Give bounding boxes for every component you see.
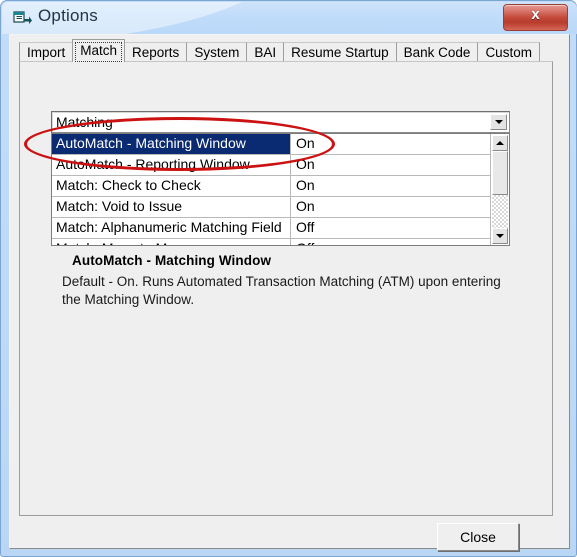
tab-resume-startup[interactable]: Resume Startup	[283, 42, 397, 62]
tab-strip: Import Match Reports System BAI Resume S…	[19, 39, 540, 62]
close-button[interactable]: Close	[437, 523, 519, 551]
table-row[interactable]: Match: Alphanumeric Matching Field Off	[52, 218, 509, 239]
setting-value: On	[296, 156, 315, 172]
tab-label: Match	[80, 43, 118, 58]
window-close-button[interactable]: x	[503, 4, 568, 31]
table-row[interactable]: AutoMatch - Matching Window On	[52, 134, 509, 155]
category-dropdown-value: Matching	[56, 114, 113, 130]
tab-reports[interactable]: Reports	[124, 42, 188, 62]
tab-label: Reports	[132, 45, 180, 60]
tab-match[interactable]: Match	[72, 39, 126, 62]
tab-label: BAI	[254, 45, 277, 60]
setting-name: Match: Alphanumeric Matching Field	[52, 218, 291, 238]
window-title: Options	[38, 6, 98, 25]
tab-label: Import	[27, 45, 66, 60]
category-dropdown[interactable]: Matching	[51, 111, 510, 133]
setting-name: Match: Void to Issue	[52, 197, 291, 217]
chevron-down-glyph	[494, 120, 503, 124]
table-row[interactable]: Match: Check to Check On	[52, 176, 509, 197]
description-text: Default - On. Runs Automated Transaction…	[62, 274, 501, 307]
tab-bai[interactable]: BAI	[246, 42, 285, 62]
tab-system[interactable]: System	[186, 42, 248, 62]
scroll-down-arrow-icon[interactable]	[492, 228, 508, 244]
tab-label: Bank Code	[403, 45, 471, 60]
setting-name: AutoMatch - Matching Window	[52, 134, 291, 154]
options-window-icon	[13, 10, 32, 27]
close-icon: x	[531, 6, 540, 23]
chevron-down-icon[interactable]	[490, 114, 507, 130]
scrollbar-track[interactable]	[492, 151, 508, 228]
setting-value: Off	[292, 239, 509, 245]
description-title: AutoMatch - Matching Window	[72, 253, 272, 268]
scroll-up-glyph	[496, 141, 504, 145]
setting-value: On	[296, 198, 315, 214]
title-bar: Options	[2, 2, 577, 34]
scroll-down-glyph	[496, 234, 504, 238]
tab-custom[interactable]: Custom	[477, 42, 540, 62]
setting-value: Off	[296, 219, 315, 235]
grid-vertical-scrollbar[interactable]	[490, 134, 509, 245]
tab-import[interactable]: Import	[19, 42, 74, 62]
scrollbar-thumb[interactable]	[492, 151, 508, 195]
settings-grid[interactable]: AutoMatch - Matching Window On AutoMatch…	[51, 133, 510, 246]
dialog-body: Import Match Reports System BAI Resume S…	[9, 34, 570, 551]
tab-bank-code[interactable]: Bank Code	[395, 42, 479, 62]
setting-name: Match: Many to Many	[52, 239, 291, 245]
tab-label: System	[194, 45, 240, 60]
options-window: Options x Import Match Reports System BA…	[0, 0, 577, 557]
table-row[interactable]: Match: Void to Issue On	[52, 197, 509, 218]
table-row[interactable]: AutoMatch - Reporting Window On	[52, 155, 509, 176]
setting-name: Match: Check to Check	[52, 176, 291, 196]
tab-label: Custom	[485, 45, 532, 60]
tab-label: Resume Startup	[291, 45, 389, 60]
setting-name: AutoMatch - Reporting Window	[52, 155, 291, 175]
setting-value: On	[296, 135, 315, 151]
setting-value: On	[296, 177, 315, 193]
table-row[interactable]: Match: Many to Many Off	[52, 239, 509, 245]
scroll-up-arrow-icon[interactable]	[492, 135, 508, 151]
